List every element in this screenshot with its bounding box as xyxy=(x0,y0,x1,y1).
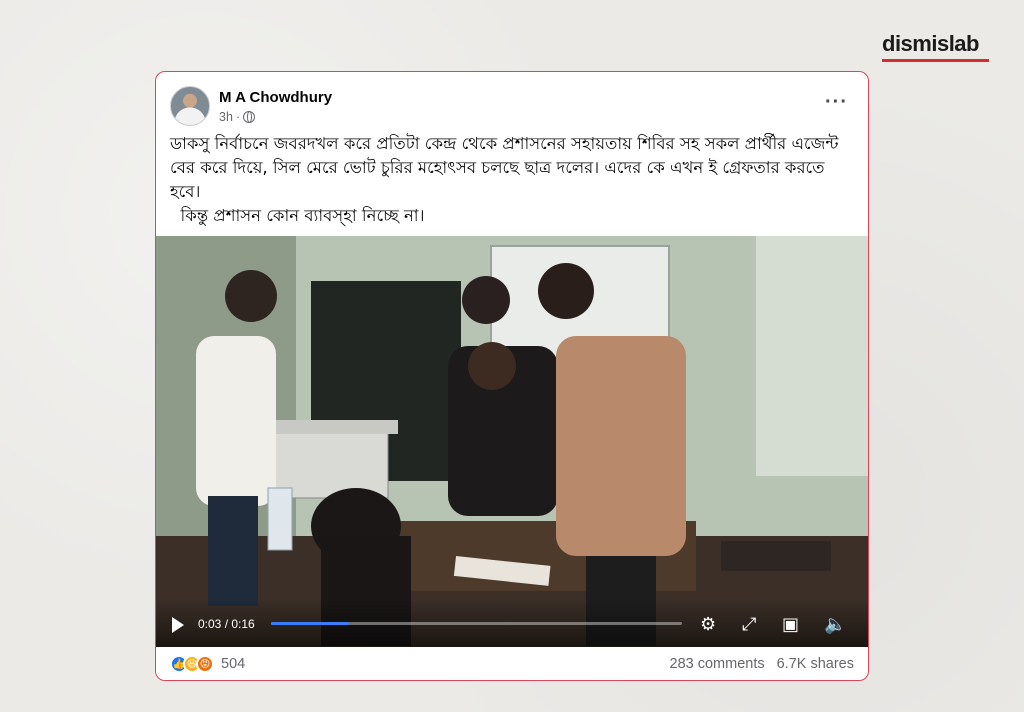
video-progress-fill xyxy=(271,622,350,625)
more-options-icon[interactable]: ··· xyxy=(825,92,848,112)
shares-count[interactable]: 6.7K shares xyxy=(777,656,854,672)
post-text-line: কিন্তু প্রশাসন কোন ব্যাবস্হা নিচ্ছে না। xyxy=(170,206,425,225)
water-bottle xyxy=(267,487,293,551)
post-footer: 👍 😆 😡 504 283 comments 6.7K shares xyxy=(170,652,854,676)
right-chair xyxy=(721,541,831,571)
video-player[interactable]: 0:03 / 0:16 ⚙ ⤢ ▣ 🔈 xyxy=(156,236,868,647)
video-progress-bar[interactable] xyxy=(271,622,682,625)
right-window xyxy=(756,236,868,476)
globe-icon xyxy=(243,111,256,123)
brand-underline xyxy=(882,59,989,62)
post-header: M A Chowdhury 3h · ··· xyxy=(170,86,850,130)
facebook-post-card: M A Chowdhury 3h · ··· ডাকসু নির্বাচনে জ… xyxy=(155,71,869,681)
video-controls: 0:03 / 0:16 ⚙ ⤢ ▣ 🔈 xyxy=(156,599,868,647)
brand-name: dismislab xyxy=(882,31,979,56)
avatar[interactable] xyxy=(170,86,210,126)
post-text: ডাকসু নির্বাচনে জবরদখল করে প্রতিটা কেন্দ… xyxy=(170,132,856,228)
reactions-summary[interactable]: 👍 😆 😡 504 xyxy=(170,655,245,673)
post-stats: 283 comments 6.7K shares xyxy=(670,656,855,672)
reaction-count: 504 xyxy=(221,656,246,672)
video-frame xyxy=(156,236,868,647)
video-time: 0:03 / 0:16 xyxy=(198,617,255,631)
brand-logo: dismislab xyxy=(882,32,992,62)
fullscreen-icon[interactable]: ⤢ xyxy=(742,614,756,635)
volume-icon[interactable]: 🔈 xyxy=(824,614,846,635)
settings-icon[interactable]: ⚙ xyxy=(700,614,716,635)
author-name[interactable]: M A Chowdhury xyxy=(219,89,332,106)
reaction-icons: 👍 😆 😡 xyxy=(170,655,214,673)
meta-separator: · xyxy=(235,110,241,124)
post-text-line: ডাকসু নির্বাচনে জবরদখল করে প্রতিটা কেন্দ… xyxy=(170,134,844,201)
post-time[interactable]: 3h xyxy=(219,110,233,124)
comments-count[interactable]: 283 comments xyxy=(670,656,765,672)
post-meta: 3h · xyxy=(219,110,256,124)
play-icon[interactable] xyxy=(172,617,184,633)
pip-icon[interactable]: ▣ xyxy=(782,614,799,635)
angry-icon: 😡 xyxy=(196,655,214,673)
